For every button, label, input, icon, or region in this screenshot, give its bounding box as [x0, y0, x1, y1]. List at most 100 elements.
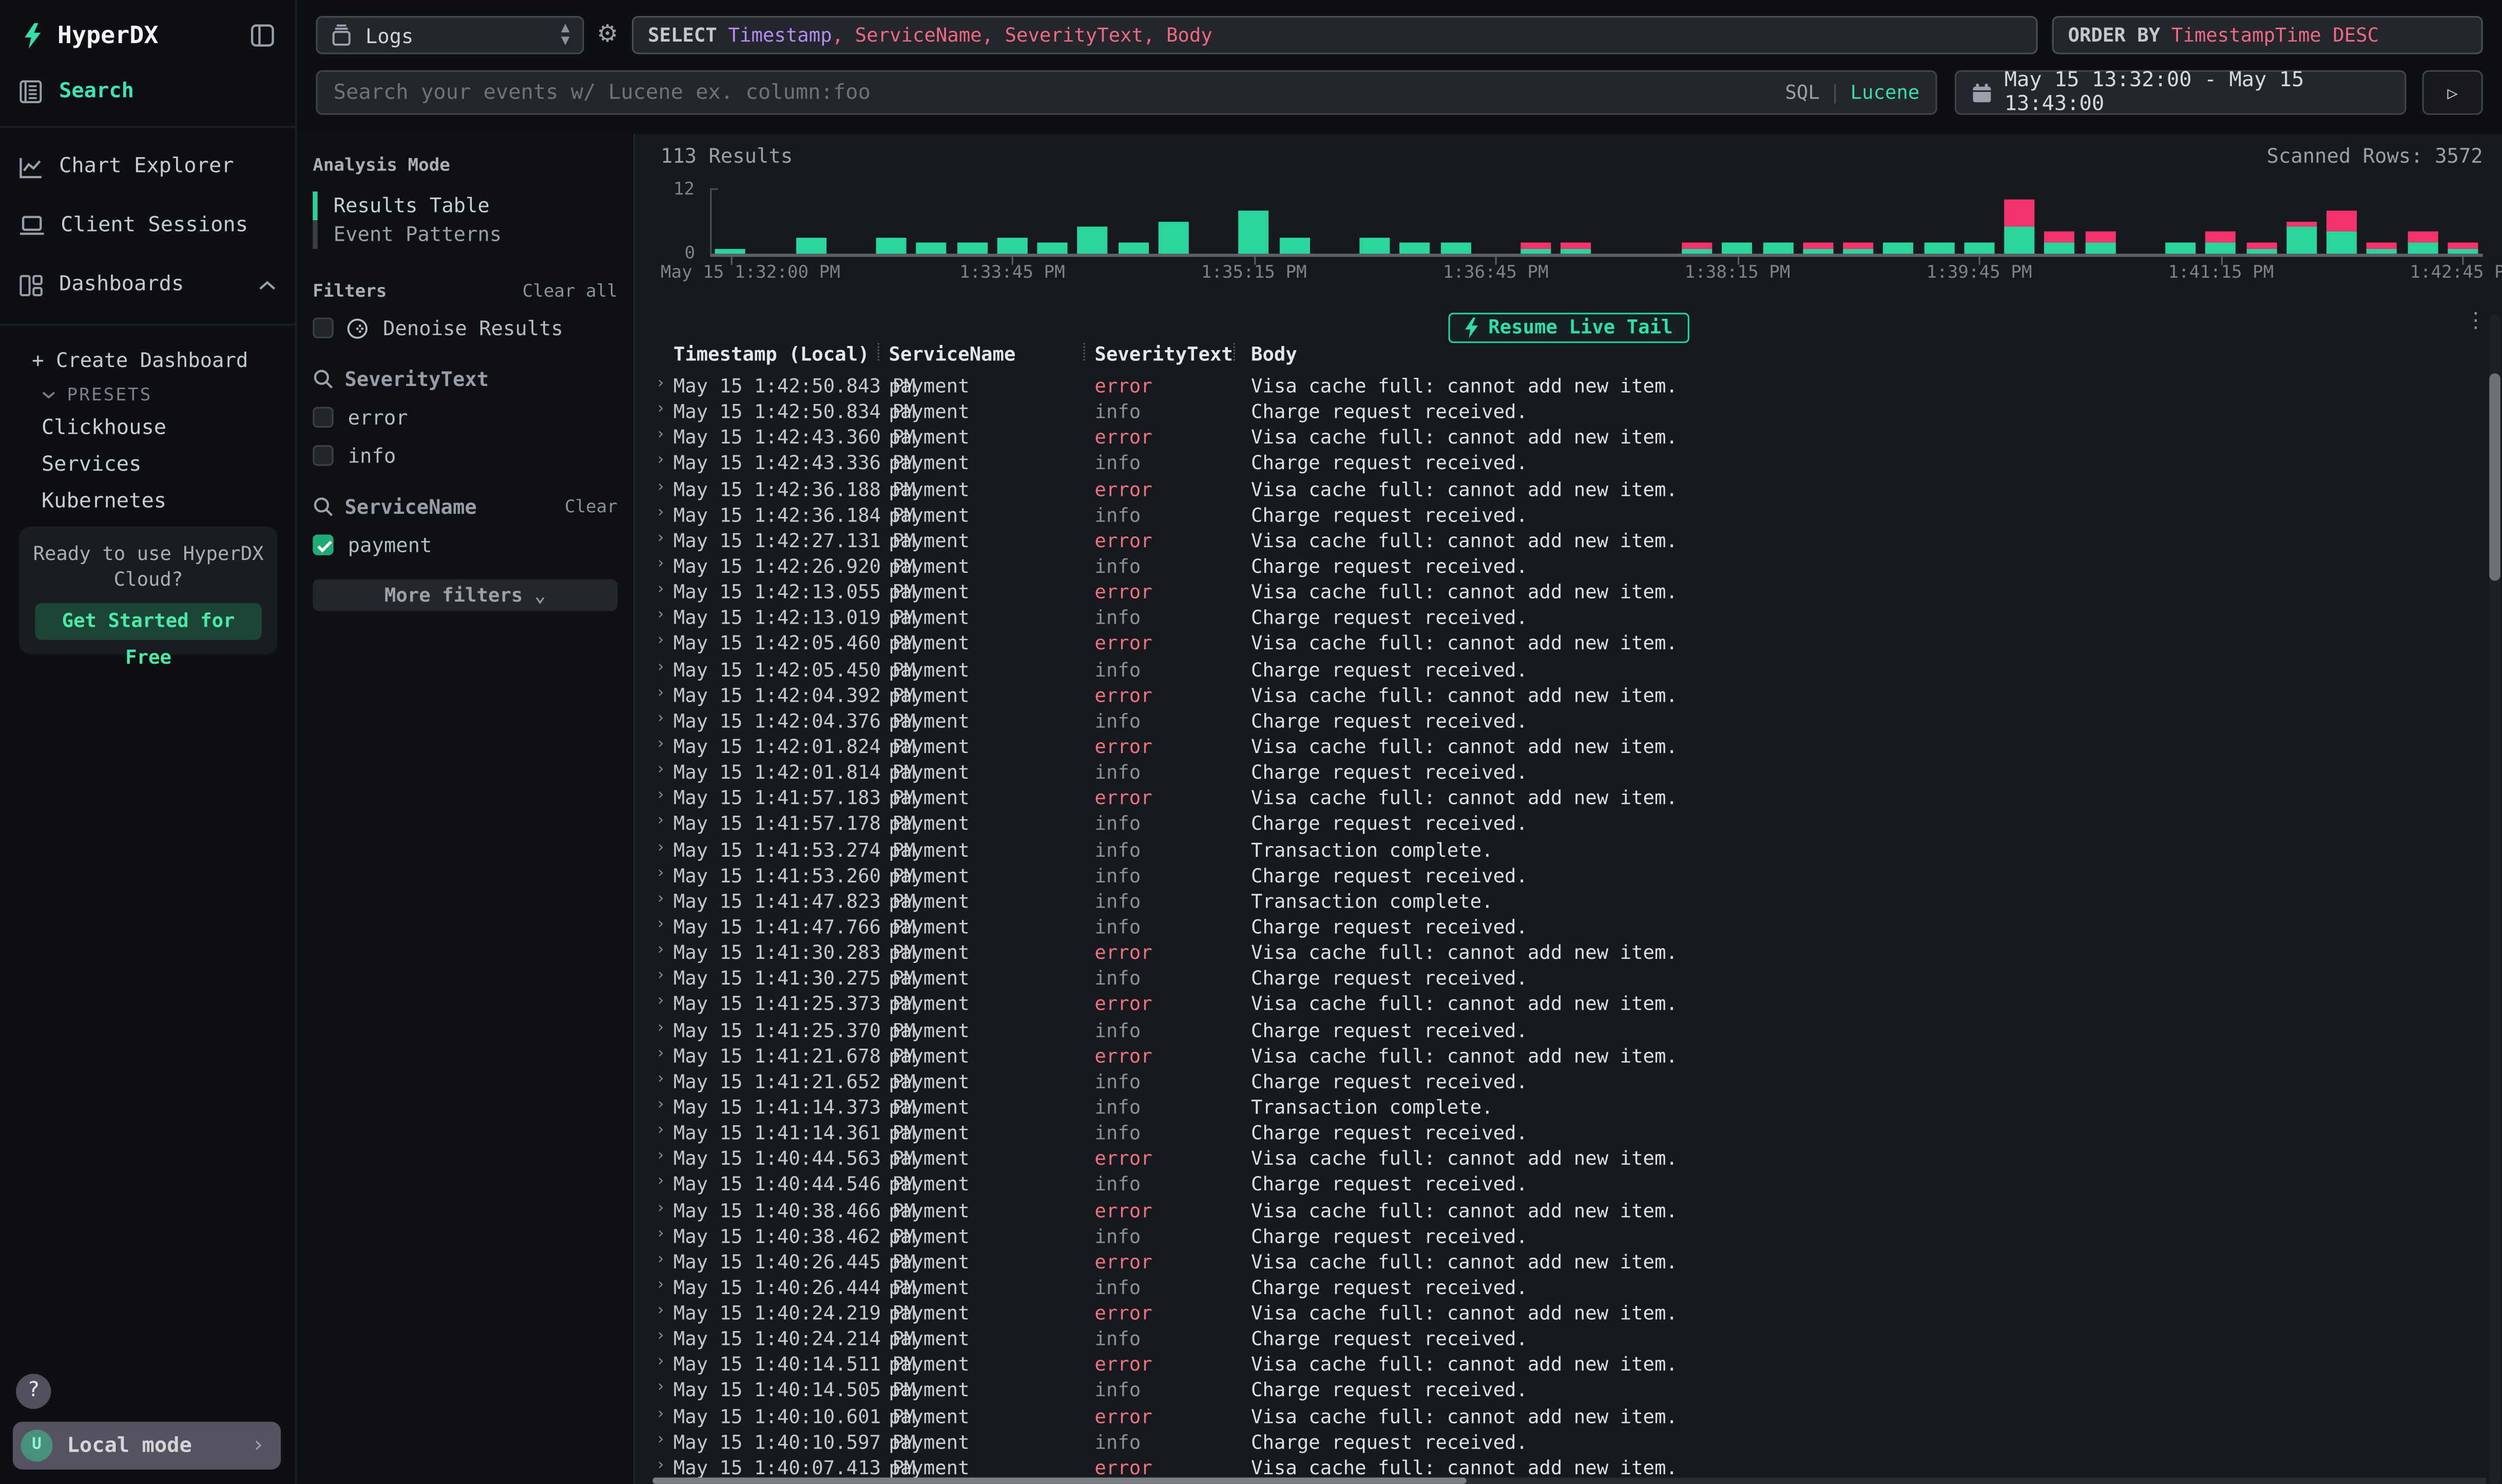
denoise-checkbox[interactable]	[313, 318, 333, 338]
table-row[interactable]: ›May 15 1:42:43.336 PMpaymentinfoCharge …	[635, 451, 2489, 476]
table-row[interactable]: ›May 15 1:41:30.275 PMpaymentinfoCharge …	[635, 966, 2489, 991]
column-resize-handle[interactable]	[1084, 343, 1085, 360]
resume-live-tail-button[interactable]: Resume Live Tail	[1449, 313, 1689, 343]
table-row[interactable]: ›May 15 1:40:38.462 PMpaymentinfoCharge …	[635, 1223, 2489, 1249]
table-row[interactable]: ›May 15 1:41:30.283 PMpaymenterrorVisa c…	[635, 940, 2489, 966]
column-resize-handle[interactable]	[1234, 343, 1235, 360]
run-query-button[interactable]: ▷	[2422, 70, 2483, 115]
table-row[interactable]: ›May 15 1:42:27.131 PMpaymenterrorVisa c…	[635, 528, 2489, 553]
presets-toggle[interactable]: PRESETS	[0, 378, 295, 410]
table-options-kebab-icon[interactable]: ⋮	[2466, 310, 2486, 334]
cell-body: Visa cache full: cannot add new item.	[1251, 684, 1678, 707]
user-menu[interactable]: U Local mode ›	[13, 1422, 281, 1470]
table-row[interactable]: ›May 15 1:40:14.511 PMpaymenterrorVisa c…	[635, 1352, 2489, 1378]
column-header-servicename[interactable]: ServiceName	[889, 343, 1015, 365]
row-expand-chevron-icon: ›	[656, 427, 666, 444]
filter-option-info[interactable]: info	[313, 444, 618, 468]
column-resize-handle[interactable]	[878, 343, 879, 360]
table-row[interactable]: ›May 15 1:41:14.361 PMpaymentinfoCharge …	[635, 1120, 2489, 1146]
mode-sql-toggle[interactable]: SQL	[1785, 82, 1819, 104]
table-row[interactable]: ›May 15 1:42:36.188 PMpaymenterrorVisa c…	[635, 476, 2489, 502]
payment-checkbox[interactable]	[313, 534, 333, 555]
servicename-clear-link[interactable]: Clear	[565, 496, 618, 517]
mode-lucene-toggle[interactable]: Lucene	[1851, 82, 1920, 104]
filter-option-payment[interactable]: payment	[313, 533, 618, 557]
preset-kubernetes[interactable]: Kubernetes	[0, 484, 295, 520]
gear-icon[interactable]: ⚙	[597, 19, 619, 48]
denoise-results-checkbox-row[interactable]: Denoise Results	[313, 316, 618, 340]
table-row[interactable]: ›May 15 1:41:21.652 PMpaymentinfoCharge …	[635, 1069, 2489, 1094]
table-row[interactable]: ›May 15 1:40:26.445 PMpaymenterrorVisa c…	[635, 1249, 2489, 1275]
select-clause-input[interactable]: SELECT Timestamp , ServiceName, Severity…	[632, 16, 2038, 54]
table-row[interactable]: ›May 15 1:42:50.843 PMpaymenterrorVisa c…	[635, 373, 2489, 399]
sidebar-item-search[interactable]: Search	[0, 67, 295, 117]
table-row[interactable]: ›May 15 1:40:24.219 PMpaymenterrorVisa c…	[635, 1301, 2489, 1326]
table-row[interactable]: ›May 15 1:41:47.766 PMpaymentinfoCharge …	[635, 914, 2489, 940]
table-row[interactable]: ›May 15 1:40:38.466 PMpaymenterrorVisa c…	[635, 1198, 2489, 1223]
collapse-sidebar-icon[interactable]	[251, 23, 276, 47]
table-row[interactable]: ›May 15 1:41:25.370 PMpaymentinfoCharge …	[635, 1017, 2489, 1043]
cell-timestamp: May 15 1:42:05.460 PM	[673, 632, 916, 655]
event-search-input[interactable]: Search your events w/ Lucene ex. column:…	[316, 70, 1937, 115]
table-row[interactable]: ›May 15 1:42:05.450 PMpaymentinfoCharge …	[635, 657, 2489, 682]
table-row[interactable]: ›May 15 1:42:04.376 PMpaymentinfoCharge …	[635, 708, 2489, 734]
table-row[interactable]: ›May 15 1:41:53.274 PMpaymentinfoTransac…	[635, 837, 2489, 862]
table-row[interactable]: ›May 15 1:42:01.824 PMpaymenterrorVisa c…	[635, 734, 2489, 760]
table-row[interactable]: ›May 15 1:41:57.178 PMpaymentinfoCharge …	[635, 811, 2489, 837]
table-row[interactable]: ›May 15 1:41:25.373 PMpaymenterrorVisa c…	[635, 991, 2489, 1017]
cell-servicename: payment	[889, 1354, 969, 1376]
column-header-timestamp[interactable]: Timestamp (Local)	[673, 343, 870, 365]
sidebar-item-chart-explorer[interactable]: Chart Explorer	[0, 137, 295, 196]
table-row[interactable]: ›May 15 1:42:36.184 PMpaymentinfoCharge …	[635, 502, 2489, 528]
table-row[interactable]: ›May 15 1:42:26.920 PMpaymentinfoCharge …	[635, 554, 2489, 580]
sidebar-item-dashboards[interactable]: Dashboards	[0, 255, 295, 314]
preset-clickhouse[interactable]: Clickhouse	[0, 410, 295, 447]
horizontal-scrollbar-thumb[interactable]	[652, 1477, 1466, 1483]
vertical-scrollbar-thumb[interactable]	[2489, 373, 2500, 581]
clear-all-link[interactable]: Clear all	[523, 281, 618, 301]
order-by-input[interactable]: ORDER BY TimestampTime DESC	[2052, 16, 2482, 54]
table-row[interactable]: ›May 15 1:40:44.563 PMpaymenterrorVisa c…	[635, 1146, 2489, 1172]
sidebar-item-label: Dashboards	[59, 273, 259, 297]
table-row[interactable]: ›May 15 1:40:14.505 PMpaymentinfoCharge …	[635, 1378, 2489, 1403]
create-dashboard-button[interactable]: + Create Dashboard	[0, 338, 295, 378]
table-row[interactable]: ›May 15 1:41:21.678 PMpaymenterrorVisa c…	[635, 1043, 2489, 1069]
time-range-picker[interactable]: May 15 13:32:00 - May 15 13:43:00	[1955, 70, 2407, 115]
table-row[interactable]: ›May 15 1:41:53.260 PMpaymentinfoCharge …	[635, 863, 2489, 889]
more-filters-button[interactable]: More filters ⌄	[313, 579, 618, 611]
help-button[interactable]: ?	[16, 1374, 51, 1409]
tab-event-patterns[interactable]: Event Patterns	[313, 220, 618, 249]
table-row[interactable]: ›May 15 1:40:26.444 PMpaymentinfoCharge …	[635, 1275, 2489, 1300]
cell-servicename: payment	[889, 787, 969, 810]
table-row[interactable]: ›May 15 1:42:50.834 PMpaymentinfoCharge …	[635, 399, 2489, 425]
table-row[interactable]: ›May 15 1:40:24.214 PMpaymentinfoCharge …	[635, 1326, 2489, 1352]
error-checkbox[interactable]	[313, 407, 333, 428]
table-row[interactable]: ›May 15 1:40:44.546 PMpaymentinfoCharge …	[635, 1172, 2489, 1198]
table-row[interactable]: ›May 15 1:40:07.413 PMpaymenterrorVisa c…	[635, 1455, 2489, 1481]
table-row[interactable]: ›May 15 1:41:14.373 PMpaymentinfoTransac…	[635, 1094, 2489, 1120]
table-row[interactable]: ›May 15 1:40:10.597 PMpaymentinfoCharge …	[635, 1429, 2489, 1455]
filter-option-error[interactable]: error	[313, 406, 618, 430]
table-row[interactable]: ›May 15 1:42:13.019 PMpaymentinfoCharge …	[635, 605, 2489, 631]
table-row[interactable]: ›May 15 1:41:57.183 PMpaymenterrorVisa c…	[635, 785, 2489, 811]
table-row[interactable]: ›May 15 1:40:10.601 PMpaymenterrorVisa c…	[635, 1403, 2489, 1429]
tab-results-table[interactable]: Results Table	[313, 191, 618, 220]
table-row[interactable]: ›May 15 1:42:04.392 PMpaymenterrorVisa c…	[635, 682, 2489, 708]
local-mode-label: Local mode	[67, 1434, 252, 1458]
source-select[interactable]: Logs ▲▼	[316, 16, 584, 54]
sidebar-item-client-sessions[interactable]: Client Sessions	[0, 196, 295, 255]
cell-body: Charge request received.	[1251, 1328, 1528, 1351]
table-row[interactable]: ›May 15 1:42:01.814 PMpaymentinfoCharge …	[635, 760, 2489, 785]
table-row[interactable]: ›May 15 1:42:05.460 PMpaymenterrorVisa c…	[635, 631, 2489, 657]
column-header-severitytext[interactable]: SeverityText	[1094, 343, 1233, 365]
cell-servicename: payment	[889, 864, 969, 887]
cell-timestamp: May 15 1:40:38.466 PM	[673, 1199, 916, 1222]
filters-title: Filters	[313, 281, 522, 301]
table-row[interactable]: ›May 15 1:42:43.360 PMpaymenterrorVisa c…	[635, 425, 2489, 451]
info-checkbox[interactable]	[313, 445, 333, 466]
table-row[interactable]: ›May 15 1:41:47.823 PMpaymentinfoTransac…	[635, 889, 2489, 914]
column-header-body[interactable]: Body	[1251, 343, 1297, 365]
table-row[interactable]: ›May 15 1:42:13.055 PMpaymenterrorVisa c…	[635, 580, 2489, 605]
preset-services[interactable]: Services	[0, 447, 295, 483]
get-started-button[interactable]: Get Started for Free	[35, 603, 261, 640]
